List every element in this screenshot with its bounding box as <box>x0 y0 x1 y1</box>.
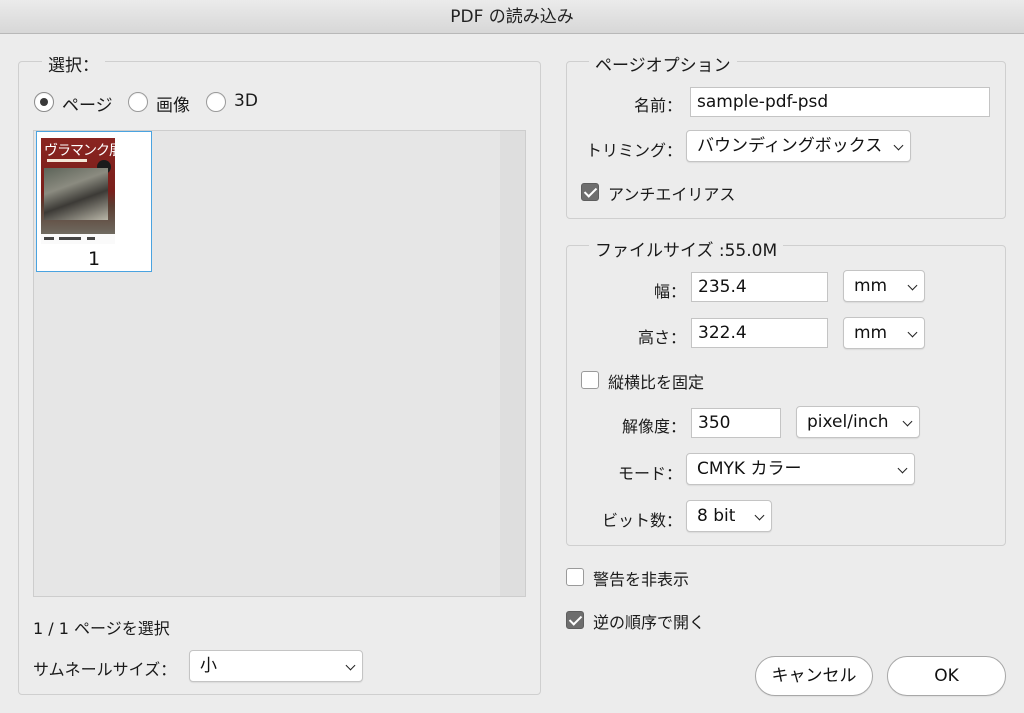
antialias-label[interactable]: アンチエイリアス <box>608 181 735 205</box>
radio-page[interactable] <box>34 92 54 112</box>
chevron-down-icon <box>907 327 918 338</box>
mode-label: モード： <box>617 464 682 483</box>
page-options-legend: ページオプション <box>589 51 737 76</box>
chevron-down-icon <box>897 463 908 474</box>
name-label: 名前： <box>633 96 682 115</box>
height-unit-value: mm <box>854 323 888 343</box>
antialias-checkbox[interactable] <box>581 183 599 201</box>
window-title: PDF の読み込み <box>0 0 1024 34</box>
radio-image-label[interactable]: 画像 <box>156 91 190 116</box>
cancel-button[interactable]: キャンセル <box>755 656 873 696</box>
height-unit-select[interactable]: mm <box>843 317 925 349</box>
chevron-down-icon <box>893 140 904 151</box>
thumbnail-page-number: 1 <box>87 248 101 270</box>
name-input[interactable]: sample-pdf-psd <box>690 87 990 117</box>
suppress-warnings-checkbox[interactable] <box>566 568 584 586</box>
thumbnail-pane-scrollbar[interactable] <box>500 131 525 596</box>
mode-select[interactable]: CMYK カラー <box>686 453 915 485</box>
chevron-down-icon <box>754 510 765 521</box>
radio-page-label[interactable]: ページ <box>62 91 113 116</box>
ok-button[interactable]: OK <box>887 656 1006 696</box>
resolution-unit-select[interactable]: pixel/inch <box>796 406 920 438</box>
reverse-order-checkbox[interactable] <box>566 611 584 629</box>
cover-footer <box>41 234 115 244</box>
resolution-input[interactable]: 350 <box>691 408 781 438</box>
resolution-unit-value: pixel/inch <box>807 412 889 432</box>
reverse-order-label[interactable]: 逆の順序で開く <box>593 609 705 633</box>
chevron-down-icon <box>907 280 918 291</box>
width-unit-value: mm <box>854 276 888 296</box>
bit-depth-select[interactable]: 8 bit <box>686 500 772 532</box>
cover-title: ヴラマンク展 <box>44 143 123 159</box>
crop-select[interactable]: バウンディングボックス <box>686 130 911 162</box>
selection-status: 1 / 1 ページを選択 <box>33 619 170 638</box>
crop-value: バウンディングボックス <box>697 136 883 156</box>
height-input[interactable]: 322.4 <box>691 318 828 348</box>
crop-label: トリミング： <box>585 141 682 160</box>
height-label: 高さ： <box>637 328 686 347</box>
thumbnail-size-label: サムネールサイズ： <box>33 660 177 679</box>
suppress-warnings-label[interactable]: 警告を非表示 <box>593 566 689 590</box>
constrain-proportions-label[interactable]: 縦横比を固定 <box>608 369 704 393</box>
radio-image[interactable] <box>128 92 148 112</box>
chevron-down-icon <box>345 660 356 671</box>
chevron-down-icon <box>902 416 913 427</box>
thumbnail-size-select[interactable]: 小 <box>189 650 363 682</box>
width-label: 幅： <box>653 282 686 301</box>
bit-depth-value: 8 bit <box>697 506 736 526</box>
mode-value: CMYK カラー <box>697 459 802 479</box>
page-thumbnail-image: ヴラマンク展 <box>41 138 123 234</box>
select-group-legend: 選択： <box>42 51 105 76</box>
radio-3d[interactable] <box>206 92 226 112</box>
bit-depth-label: ビット数： <box>601 511 682 530</box>
width-input[interactable]: 235.4 <box>691 272 828 302</box>
constrain-proportions-checkbox[interactable] <box>581 371 599 389</box>
thumbnail-size-value: 小 <box>200 656 217 676</box>
cover-subtitle-bar <box>47 159 87 162</box>
resolution-label: 解像度： <box>621 417 686 436</box>
cover-artwork <box>44 168 108 220</box>
radio-3d-label[interactable]: 3D <box>234 91 258 111</box>
width-unit-select[interactable]: mm <box>843 270 925 302</box>
image-size-legend: ファイルサイズ :55.0M <box>589 236 784 261</box>
